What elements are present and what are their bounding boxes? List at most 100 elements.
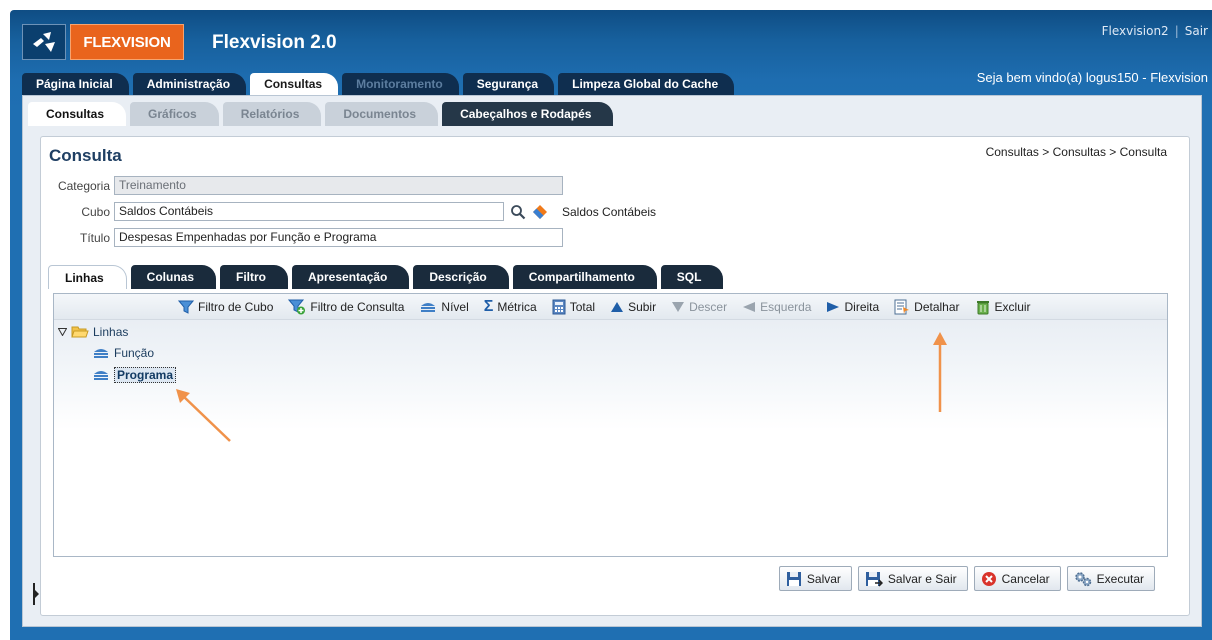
link-separator: | [1174, 24, 1179, 38]
metrica-button[interactable]: Σ Métrica [483, 297, 537, 315]
arrow-right-icon [826, 301, 840, 313]
breadcrumb: Consultas > Consultas > Consulta [985, 145, 1167, 159]
descer-label: Descer [689, 299, 728, 314]
detalhar-label: Detalhar [914, 299, 960, 314]
logout-link[interactable]: Sair [1185, 24, 1208, 38]
excluir-label: Excluir [994, 299, 1031, 314]
tab-administracao[interactable]: Administração [132, 73, 247, 95]
sidebar-toggle-handle[interactable] [33, 583, 39, 605]
arrow-left-icon [742, 301, 756, 313]
tree-root-linhas[interactable]: Linhas [58, 325, 128, 339]
calculator-icon [552, 299, 566, 315]
tree-node-programa-label: Programa [114, 367, 177, 383]
logo-text: FLEXVISION [70, 24, 184, 60]
categoria-field: Treinamento [114, 176, 563, 195]
cubo-description: Saldos Contábeis [562, 204, 657, 219]
tab-monitoramento: Monitoramento [342, 73, 459, 95]
categoria-row: Categoria Treinamento [50, 176, 563, 195]
subir-button[interactable]: Subir [610, 300, 656, 314]
tab-consultas[interactable]: Consultas [250, 73, 339, 95]
tree-root-label: Linhas [93, 325, 129, 339]
sigma-icon: Σ [483, 297, 494, 315]
subir-label: Subir [628, 299, 657, 314]
funnel-icon [178, 300, 194, 314]
detail-document-icon [894, 299, 910, 315]
tab-seguranca[interactable]: Segurança [462, 73, 555, 95]
tree-node-funcao[interactable]: Função [92, 346, 154, 360]
app-title: Flexvision 2.0 [212, 32, 337, 53]
tab-limpeza-cache[interactable]: Limpeza Global do Cache [558, 73, 735, 95]
app-logo: FLEXVISION [22, 24, 194, 60]
filtro-cubo-button[interactable]: Filtro de Cubo [178, 300, 273, 314]
direita-label: Direita [844, 299, 880, 314]
subtab-relatorios[interactable]: Relatórios [222, 102, 322, 126]
esquerda-label: Esquerda [760, 299, 812, 314]
gears-icon [1074, 571, 1092, 587]
cancelar-button[interactable]: Cancelar [973, 566, 1061, 591]
salvar-button[interactable]: Salvar [778, 566, 852, 591]
esquerda-button[interactable]: Esquerda [742, 300, 811, 314]
detalhar-button[interactable]: Detalhar [894, 299, 960, 315]
filtro-consulta-button[interactable]: Filtro de Consulta [288, 299, 404, 315]
salvar-e-sair-button[interactable]: Salvar e Sair [857, 566, 968, 591]
cubo-row: Cubo Saldos Contábeis Saldos Contábeis [50, 202, 656, 221]
tab-compartilhamento[interactable]: Compartilhamento [512, 265, 657, 289]
tab-apresentacao[interactable]: Apresentação [292, 265, 410, 289]
floppy-disk-exit-icon [865, 571, 883, 587]
excluir-button[interactable]: Excluir [975, 299, 1031, 315]
titulo-field[interactable]: Despesas Empenhadas por Função e Program… [114, 228, 563, 247]
flexvision-logo-icon [22, 24, 66, 60]
titulo-label: Título [79, 230, 110, 245]
tab-descricao[interactable]: Descrição [413, 265, 509, 289]
subtab-cabecalhos-rodapes[interactable]: Cabeçalhos e Rodapés [442, 102, 614, 126]
level-stack-icon [419, 300, 437, 314]
total-button[interactable]: Total [552, 299, 595, 315]
floppy-disk-icon [786, 571, 802, 587]
query-tabs: Linhas Colunas Filtro Apresentação Descr… [48, 265, 724, 289]
arrow-up-icon [610, 301, 624, 313]
cubo-field[interactable]: Saldos Contábeis [114, 202, 504, 221]
annotation-arrow-programa [176, 389, 231, 442]
collapse-triangle-icon[interactable] [58, 328, 67, 336]
tab-sql[interactable]: SQL [660, 265, 724, 289]
level-stack-icon [92, 346, 110, 360]
sub-tabs: Consultas Gráficos Relatórios Documentos… [28, 102, 614, 126]
tab-filtro[interactable]: Filtro [220, 265, 289, 289]
filtro-cubo-label: Filtro de Cubo [198, 299, 274, 314]
arrow-down-icon [671, 301, 685, 313]
page-title: Consulta [49, 146, 122, 165]
subtab-consultas[interactable]: Consultas [28, 102, 127, 126]
metrica-label: Métrica [497, 299, 537, 314]
executar-label: Executar [1096, 571, 1144, 586]
top-links: Flexvision2 | Sair [1102, 24, 1208, 38]
tree-node-programa[interactable]: Programa [92, 367, 177, 383]
level-stack-icon [92, 368, 110, 382]
executar-button[interactable]: Executar [1066, 566, 1155, 591]
descer-button[interactable]: Descer [671, 300, 727, 314]
welcome-message: Seja bem vindo(a) logus150 - Flexvision [976, 70, 1208, 85]
funnel-add-icon [288, 299, 306, 315]
tab-linhas[interactable]: Linhas [48, 265, 127, 289]
filtro-consulta-label: Filtro de Consulta [310, 299, 405, 314]
cubo-label: Cubo [81, 204, 110, 219]
subtab-graficos[interactable]: Gráficos [130, 102, 219, 126]
categoria-label: Categoria [57, 178, 110, 193]
cancelar-label: Cancelar [1001, 571, 1050, 586]
recycle-bin-icon [975, 299, 991, 315]
direita-button[interactable]: Direita [826, 300, 879, 314]
subtab-documentos[interactable]: Documentos [325, 102, 439, 126]
titulo-row: Título Despesas Empenhadas por Função e … [50, 228, 563, 247]
action-buttons: Salvar Salvar e Sair Cancelar Executar [778, 566, 1155, 591]
nivel-button[interactable]: Nível [419, 299, 469, 314]
salvar-label: Salvar [806, 571, 841, 586]
cancel-x-icon [981, 571, 997, 587]
nivel-label: Nível [441, 299, 469, 314]
tab-colunas[interactable]: Colunas [130, 265, 217, 289]
eraser-icon[interactable] [532, 204, 548, 220]
user-link[interactable]: Flexvision2 [1102, 24, 1169, 38]
search-icon[interactable] [510, 204, 526, 220]
folder-open-icon [71, 325, 89, 339]
main-tabs: Página Inicial Administração Consultas M… [22, 73, 735, 95]
total-label: Total [569, 299, 596, 314]
tab-pagina-inicial[interactable]: Página Inicial [22, 73, 129, 95]
